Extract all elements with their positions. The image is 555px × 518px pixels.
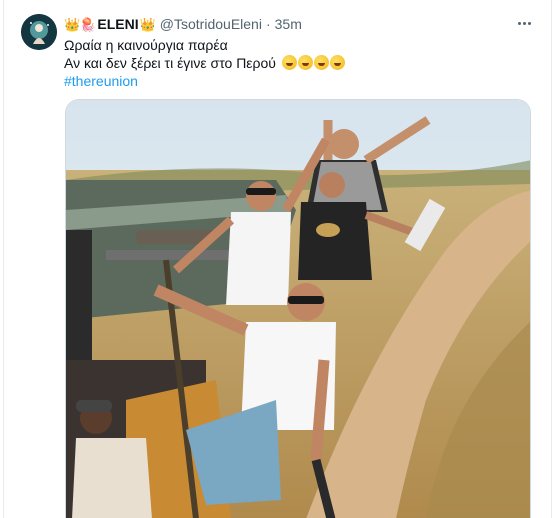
tweet-text-line-2: Αν και δεν ξέρει τι έγινε στο Περού: [64, 54, 345, 72]
separator-dot: ·: [265, 16, 271, 32]
tweet-photo[interactable]: [65, 99, 531, 518]
tweet-header: 👑🪼 ELENI 👑 @TsotridouEleni · 35m: [64, 14, 302, 34]
tweet-text-line-1: Ωραία η καινούργια παρέα: [64, 37, 228, 53]
tweet-text: Ωραία η καινούργια παρέα Αν και δεν ξέρε…: [64, 36, 345, 90]
crown-jellyfish-emoji: 👑🪼: [64, 16, 97, 32]
laughing-emoji-icon: [281, 55, 345, 70]
more-options-icon[interactable]: [513, 13, 535, 33]
avatar[interactable]: [21, 14, 57, 50]
timestamp[interactable]: 35m: [275, 16, 302, 32]
display-name-text: ELENI: [97, 16, 139, 32]
user-handle[interactable]: @TsotridouEleni: [160, 16, 262, 32]
tweet-card: 👑🪼 ELENI 👑 @TsotridouEleni · 35m Ωραία η…: [3, 0, 552, 518]
safari-selfie-photo: [66, 100, 530, 518]
crown-emoji: 👑: [139, 16, 156, 32]
tweet-text-line-2-text: Αν και δεν ξέρει τι έγινε στο Περού: [64, 55, 276, 71]
display-name[interactable]: 👑🪼 ELENI 👑: [64, 16, 156, 32]
avatar-image: [21, 14, 57, 50]
hashtag-link[interactable]: #thereunion: [64, 72, 345, 90]
